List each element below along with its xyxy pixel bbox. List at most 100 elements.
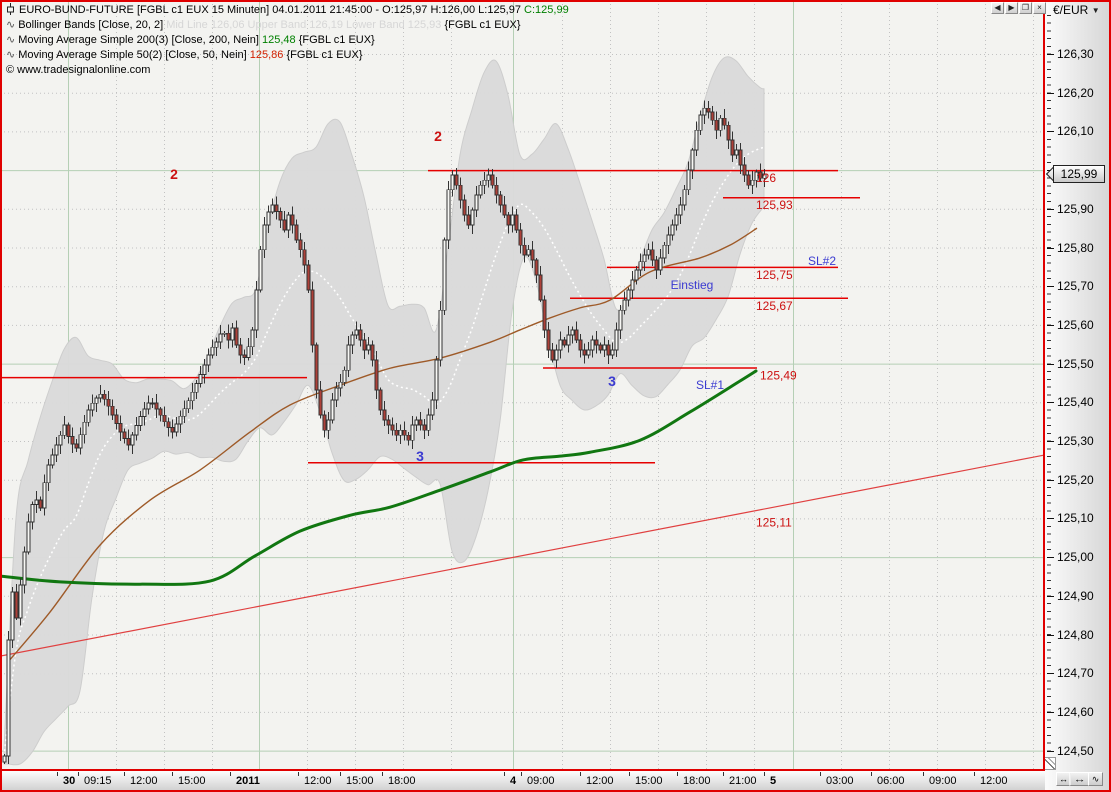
window-border-left (0, 0, 2, 792)
level-label: 125,49 (760, 368, 797, 382)
price-axis-tick (1047, 480, 1054, 481)
time-axis-tick (871, 772, 872, 776)
time-axis-tick (723, 772, 724, 776)
scale-x-wide-icon[interactable]: ↔ (1069, 772, 1089, 786)
time-axis[interactable]: 30 09:15 12:00 15:00 2011 12:00 15:00 18:00 4 09:… (0, 771, 1045, 792)
annotation-3: 3 (416, 448, 424, 464)
time-axis-tick (124, 772, 125, 776)
price-axis-tick (1047, 635, 1054, 636)
time-axis-label: 18:00 (683, 775, 711, 787)
price-axis-unit[interactable]: €/EUR ▼ (1053, 3, 1100, 17)
price-axis-label: 124,90 (1057, 589, 1094, 603)
time-axis-tick (382, 772, 383, 776)
time-axis-label: 21:00 (729, 775, 757, 787)
axis-separator-vertical (1043, 0, 1045, 770)
price-axis-tick (1047, 54, 1054, 55)
price-axis-minor-ticks (1047, 15, 1051, 762)
time-axis-tick (340, 772, 341, 776)
chart-window: 126 125,93 125,75 125,67 125,49 125,11 2 2 3 3 SL#… (0, 0, 1111, 792)
price-axis-label: 126,10 (1057, 124, 1094, 138)
candlestick-chart-canvas[interactable]: 126 125,93 125,75 125,67 125,49 125,11 2 2 3 3 SL#… (0, 0, 1045, 770)
annotation-SL#1: SL#1 (696, 378, 724, 392)
time-axis-tick (820, 772, 821, 776)
price-axis[interactable]: €/EUR ▼ 125,99 126,30126,20126,10126,001… (1045, 0, 1109, 792)
arrow-right-icon[interactable]: ▶ (1005, 2, 1018, 14)
time-axis-tick (923, 772, 924, 776)
chart-plot-area[interactable]: 126 125,93 125,75 125,67 125,49 125,11 2 2 3 3 SL#… (0, 0, 1045, 770)
time-axis-label: 12:00 (130, 775, 158, 787)
price-axis-label: 125,30 (1057, 434, 1094, 448)
time-axis-tick (172, 772, 173, 776)
price-axis-label: 125,50 (1057, 357, 1094, 371)
price-axis-tick (1047, 402, 1054, 403)
scale-price-icon[interactable]: ∿ (1088, 772, 1103, 786)
annotation-3: 3 (608, 373, 616, 389)
price-axis-tick (1047, 248, 1054, 249)
level-label: 125,67 (756, 299, 793, 313)
level-label: 125,93 (756, 198, 793, 212)
time-axis-tick (78, 772, 79, 776)
price-axis-label: 125,40 (1057, 395, 1094, 409)
price-axis-label: 125,00 (1057, 550, 1094, 564)
time-axis-tick (974, 772, 975, 776)
price-axis-tick (1047, 596, 1054, 597)
time-axis-label: 09:15 (84, 775, 112, 787)
time-axis-label: 12:00 (586, 775, 614, 787)
time-axis-label: 15:00 (635, 775, 663, 787)
price-axis-tick (1047, 209, 1054, 210)
annotation-2: 2 (170, 166, 178, 182)
price-axis-label: 125,10 (1057, 511, 1094, 525)
time-axis-label: 15:00 (346, 775, 374, 787)
price-axis-label: 125,60 (1057, 318, 1094, 332)
time-axis-tick (629, 772, 630, 776)
price-axis-label: 124,60 (1057, 705, 1094, 719)
level-label: 126 (756, 171, 776, 185)
price-axis-tick (1047, 93, 1054, 94)
price-axis-tick (1047, 518, 1054, 519)
price-axis-label: 126,30 (1057, 47, 1094, 61)
time-axis-label: 03:00 (826, 775, 854, 787)
close-icon[interactable]: × (1033, 2, 1046, 14)
time-axis-tick (521, 772, 522, 776)
time-axis-label: 4 (510, 775, 516, 787)
time-axis-label: 2011 (236, 775, 260, 787)
price-axis-label: 125,80 (1057, 241, 1094, 255)
price-axis-label: 125,20 (1057, 473, 1094, 487)
restore-window-icon[interactable]: ❐ (1019, 2, 1032, 14)
time-axis-tick (764, 772, 765, 776)
axis-separator-horizontal (0, 769, 1045, 771)
price-axis-tick (1047, 557, 1054, 558)
price-axis-label: 124,50 (1057, 744, 1094, 758)
annotation-2: 2 (434, 128, 442, 144)
price-axis-label: 124,80 (1057, 628, 1094, 642)
time-axis-label: 12:00 (980, 775, 1008, 787)
time-axis-label: 06:00 (877, 775, 905, 787)
annotation-SL#2: SL#2 (808, 254, 836, 268)
time-axis-tick (504, 772, 505, 776)
trendline-label: 125,11 (756, 516, 792, 530)
chevron-down-icon: ▼ (1092, 6, 1100, 15)
time-axis-label: 15:00 (178, 775, 206, 787)
level-label: 125,75 (756, 268, 793, 282)
time-axis-label: 5 (770, 775, 776, 787)
price-axis-tick (1047, 131, 1054, 132)
price-axis-label: 125,70 (1057, 279, 1094, 293)
window-border-top (0, 0, 1111, 2)
price-tag-value: 125,99 (1053, 165, 1105, 183)
window-controls: ◀▶❐× (991, 2, 1046, 14)
time-axis-label: 09:00 (527, 775, 555, 787)
price-axis-label: 125,90 (1057, 202, 1094, 216)
time-axis-tick (57, 772, 58, 776)
time-axis-label: 18:00 (388, 775, 416, 787)
price-axis-label: 124,70 (1057, 666, 1094, 680)
time-axis-tick (298, 772, 299, 776)
price-axis-tick (1047, 441, 1054, 442)
time-axis-label: 09:00 (929, 775, 957, 787)
last-price-tag: 125,99 (1048, 165, 1105, 183)
corner-toolbar: ↔↔∿ (1046, 766, 1109, 792)
time-axis-label: 30 (63, 775, 75, 787)
arrow-left-icon[interactable]: ◀ (991, 2, 1004, 14)
annotation-Einstieg: Einstieg (671, 278, 714, 292)
time-axis-label: 12:00 (304, 775, 332, 787)
price-axis-tick (1047, 286, 1054, 287)
